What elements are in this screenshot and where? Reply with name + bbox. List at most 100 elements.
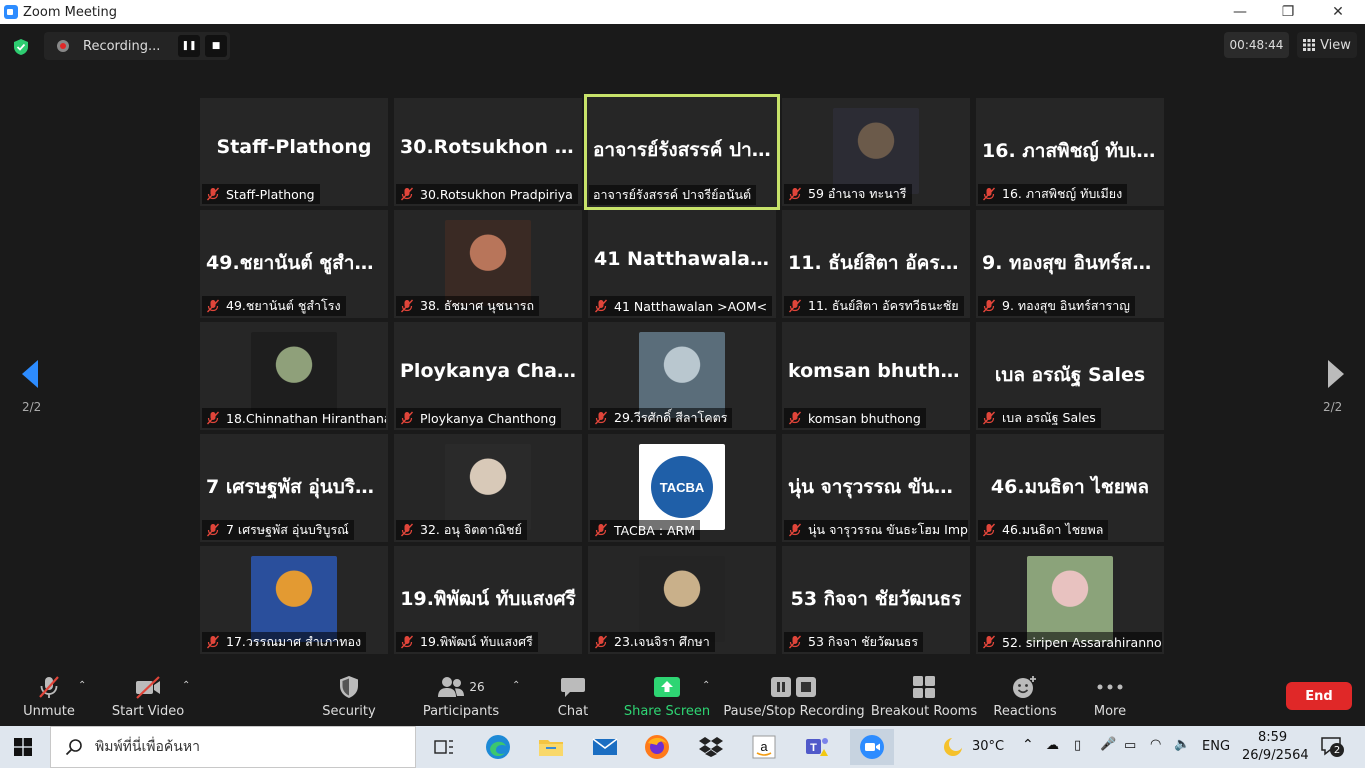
- participant-name-label: 41 Natthawalan >AOM<: [590, 296, 773, 316]
- participant-display-name: komsan bhuthong: [788, 360, 970, 382]
- participant-name-label: komsan bhuthong: [784, 408, 926, 428]
- microphone-tray-icon[interactable]: 🎤: [1100, 737, 1116, 752]
- stop-recording-button[interactable]: ■: [205, 35, 227, 57]
- participants-icon: [438, 677, 465, 697]
- participant-display-name: อาจารย์รังสรรค์ ปาจรีย์อนันต์: [593, 139, 777, 161]
- participant-tile[interactable]: 30.Rotsukhon Pradpiriya 30.Rotsukhon Prad…: [394, 98, 582, 206]
- participant-name-label: Staff-Plathong: [202, 184, 320, 204]
- participant-name-label: 9. ทองสุข อินทร์สาราญ: [978, 296, 1135, 316]
- view-button[interactable]: View: [1297, 32, 1357, 58]
- weather-sun-icon[interactable]: [942, 736, 964, 758]
- share-screen-arrow-icon: [654, 677, 680, 697]
- share-screen-button[interactable]: Share Screen: [624, 674, 710, 724]
- participant-tile[interactable]: 18.Chinnathan Hiranthanakul: [200, 322, 388, 430]
- more-button[interactable]: More: [1090, 674, 1130, 724]
- next-page-arrow-icon[interactable]: [1326, 358, 1346, 390]
- participant-tile[interactable]: 59 อำนาจ ทะนารี: [782, 98, 970, 206]
- participant-name-text: 41 Natthawalan >AOM<: [614, 298, 768, 314]
- participant-name-text: 53 กิจจา ชัยวัฒนธร: [808, 634, 919, 649]
- participant-name-label: 59 อำนาจ ทะนารี: [784, 184, 912, 204]
- restore-button[interactable]: ❐: [1265, 0, 1311, 24]
- input-language[interactable]: ENG: [1202, 739, 1230, 754]
- breakout-rooms-icon: [913, 676, 935, 698]
- participant-name-text: Staff-Plathong: [226, 186, 315, 202]
- wifi-icon[interactable]: ◠: [1150, 737, 1161, 752]
- previous-page-arrow-icon[interactable]: [20, 358, 40, 390]
- participant-tile[interactable]: 17.วรรณมาศ สำเภาทอง: [200, 546, 388, 654]
- share-options-caret-icon[interactable]: ⌃: [702, 680, 710, 691]
- pause-recording-button[interactable]: ❚❚: [178, 35, 200, 57]
- zoom-taskbar-icon[interactable]: [850, 729, 894, 765]
- participant-tile[interactable]: TACBA TACBA : ARM: [588, 434, 776, 542]
- participant-tile[interactable]: komsan bhuthong komsan bhuthong: [782, 322, 970, 430]
- participant-name-label: 49.ชยานันต์ ชูสำโรง: [202, 296, 346, 316]
- network-cloud-icon[interactable]: ☁: [1046, 738, 1059, 753]
- audio-options-caret-icon[interactable]: ⌃: [78, 680, 86, 691]
- participant-tile[interactable]: 23.เจนจิรา ศึกษา: [588, 546, 776, 654]
- unmute-button[interactable]: Unmute: [22, 674, 76, 724]
- task-view-icon[interactable]: [428, 732, 458, 762]
- participant-display-name: 9. ทองสุข อินทร์สาราญ: [982, 252, 1164, 274]
- video-options-caret-icon[interactable]: ⌃: [182, 680, 190, 691]
- participant-tile[interactable]: Ploykanya Chanthong Ploykanya Chanthong: [394, 322, 582, 430]
- muted-microphone-icon: [39, 676, 59, 698]
- close-button[interactable]: ✕: [1315, 0, 1361, 24]
- participant-tile[interactable]: 29.วีรศักดิ์ สีลาโคตร: [588, 322, 776, 430]
- participant-tile[interactable]: 52. siripen Assarahirannon: [976, 546, 1164, 654]
- amazon-icon[interactable]: a: [749, 732, 779, 762]
- participants-count: 26: [469, 680, 485, 694]
- battery-icon[interactable]: ▭: [1124, 738, 1136, 753]
- taskbar-search-box[interactable]: พิมพ์ที่นี่เพื่อค้นหา: [50, 726, 416, 768]
- chat-button[interactable]: Chat: [553, 674, 593, 724]
- participant-tile[interactable]: เบล อรณัฐ Sales เบล อรณัฐ Sales: [976, 322, 1164, 430]
- muted-mic-icon: [594, 299, 608, 313]
- volume-icon[interactable]: 🔈: [1174, 737, 1190, 752]
- device-icon[interactable]: ▯: [1074, 738, 1081, 753]
- participant-tile[interactable]: 11. ธันย์สิตา อัครทวีธนะชัย 11. ธันย์สิตา…: [782, 210, 970, 318]
- participant-tile[interactable]: 41 Natthawalan >AOM< 41 Natthawalan >AOM<: [588, 210, 776, 318]
- encryption-shield-icon[interactable]: [12, 38, 30, 56]
- reactions-button[interactable]: Reactions: [993, 674, 1057, 724]
- recording-label: Recording...: [83, 38, 161, 54]
- participant-tile[interactable]: 16. ภาสพิชญ์ ทับเมียง 16. ภาสพิชญ์ ทับเมี…: [976, 98, 1164, 206]
- clock-date[interactable]: 26/9/2564: [1242, 748, 1309, 763]
- participant-tile[interactable]: 53 กิจจา ชัยวัฒนธร 53 กิจจา ชัยวัฒนธร: [782, 546, 970, 654]
- pause-stop-recording-button[interactable]: Pause/Stop Recording: [723, 674, 865, 724]
- participant-tile[interactable]: 38. ธัชมาศ นุชนารถ: [394, 210, 582, 318]
- participant-name-text: 32. อนุ จิตตาณิชย์: [420, 522, 522, 537]
- tray-chevron-icon[interactable]: ⌃: [1022, 737, 1034, 753]
- participant-tile[interactable]: 7 เศรษฐพัส อุ่นบริบูรณ์ 7 เศรษฐพัส อุ่นบร…: [200, 434, 388, 542]
- end-meeting-button[interactable]: End: [1286, 682, 1352, 710]
- dropbox-icon[interactable]: [696, 732, 726, 762]
- participants-options-caret-icon[interactable]: ⌃: [512, 680, 520, 691]
- notification-center-icon[interactable]: 2: [1320, 736, 1346, 758]
- participant-tile[interactable]: นุ่น จารุวรรณ ขันธะโฮม Imp... นุ่น จารุวร…: [782, 434, 970, 542]
- participant-tile[interactable]: 19.พิพัฒน์ ทับแสงศรี 19.พิพัฒน์ ทับแสงศรี: [394, 546, 582, 654]
- participant-photo: TACBA: [639, 444, 725, 530]
- participant-tile[interactable]: อาจารย์รังสรรค์ ปาจรีย์อนันต์อาจารย์รังส…: [584, 94, 780, 210]
- participant-tile[interactable]: 46.มนธิดา ไชยพล 46.มนธิดา ไชยพล: [976, 434, 1164, 542]
- notification-count: 2: [1330, 743, 1344, 757]
- participants-button[interactable]: 26 Participants: [423, 674, 499, 724]
- teams-icon[interactable]: T: [802, 732, 832, 762]
- minimize-button[interactable]: —: [1217, 0, 1263, 24]
- firefox-icon[interactable]: [642, 732, 672, 762]
- security-button[interactable]: Security: [320, 674, 378, 724]
- participant-tile[interactable]: 9. ทองสุข อินทร์สาราญ 9. ทองสุข อินทร์สาร…: [976, 210, 1164, 318]
- clock-time[interactable]: 8:59: [1258, 730, 1287, 745]
- more-dots-icon: [1097, 684, 1123, 690]
- participant-name-text: 11. ธันย์สิตา อัครทวีธนะชัย: [808, 298, 959, 313]
- file-explorer-icon[interactable]: [536, 732, 566, 762]
- breakout-rooms-button[interactable]: Breakout Rooms: [871, 674, 977, 724]
- participant-tile[interactable]: Staff-Plathong Staff-Plathong: [200, 98, 388, 206]
- start-video-button[interactable]: Start Video: [112, 674, 184, 724]
- edge-browser-icon[interactable]: [483, 732, 513, 762]
- participant-name-text: อาจารย์รังสรรค์ ปาจรีย์อนันต์: [593, 187, 752, 202]
- participant-name-label: 19.พิพัฒน์ ทับแสงศรี: [396, 632, 538, 652]
- participant-name-label: 29.วีรศักดิ์ สีลาโคตร: [590, 408, 733, 428]
- mail-icon[interactable]: [590, 732, 620, 762]
- windows-start-icon[interactable]: [14, 738, 32, 756]
- participant-tile[interactable]: 49.ชยานันต์ ชูสำโรง 49.ชยานันต์ ชูสำโรง: [200, 210, 388, 318]
- participant-tile[interactable]: 32. อนุ จิตตาณิชย์: [394, 434, 582, 542]
- participant-name-text: 19.พิพัฒน์ ทับแสงศรี: [420, 634, 533, 649]
